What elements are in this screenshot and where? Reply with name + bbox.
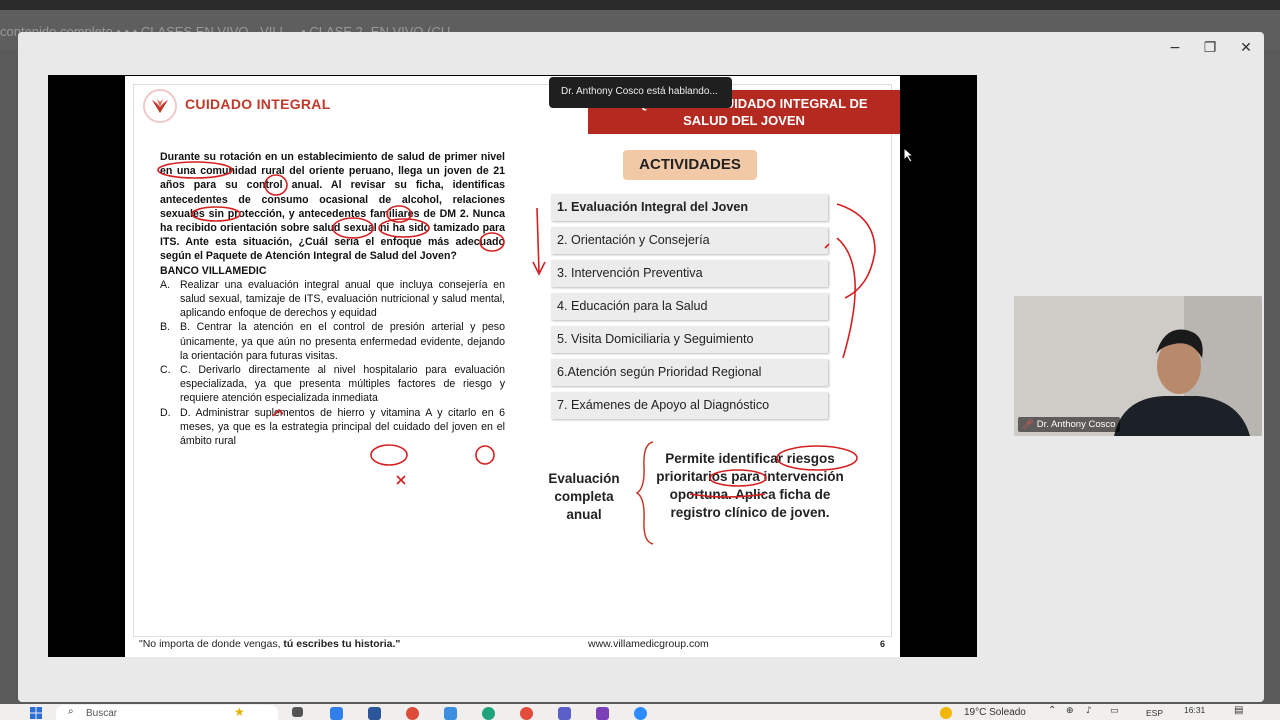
chrome-profile-icon[interactable] bbox=[520, 707, 533, 720]
search-icon: ⌕ bbox=[68, 706, 74, 717]
windows-taskbar: ⌕ Buscar ★ 19°C Soleado ⌃ ⊕ ♪ ▭ ESP 16:3… bbox=[0, 704, 1280, 720]
minimize-button[interactable]: − bbox=[1165, 40, 1185, 56]
close-button[interactable]: ✕ bbox=[1236, 40, 1256, 56]
participant-name-label: 🎤︎ Dr. Anthony Cosco bbox=[1018, 417, 1121, 432]
speaking-indicator: Dr. Anthony Cosco está hablando... bbox=[549, 77, 732, 108]
teams-icon[interactable] bbox=[558, 707, 571, 720]
files-icon[interactable] bbox=[444, 707, 457, 720]
star-icon: ★ bbox=[234, 705, 245, 719]
muted-mic-icon: 🎤︎ bbox=[1022, 419, 1035, 430]
footer-url: www.villamedicgroup.com bbox=[588, 638, 709, 650]
notifications-icon[interactable]: ▤ bbox=[1234, 705, 1243, 719]
footer-quote: "No importa de donde vengas, tú escribes… bbox=[139, 638, 400, 650]
footer-quote-bold: tú escribes tu historia." bbox=[283, 638, 401, 650]
app-icon[interactable] bbox=[596, 707, 609, 720]
language-indicator[interactable]: ESP bbox=[1146, 708, 1163, 720]
powerpoint-icon[interactable] bbox=[368, 707, 381, 720]
slide-page-number: 6 bbox=[880, 639, 886, 649]
windows-start-icon[interactable] bbox=[30, 707, 42, 719]
presentation-slide: CUIDADO INTEGRAL PAQUETE DEL CUIDADO INT… bbox=[125, 76, 900, 657]
battery-icon[interactable]: ▭ bbox=[1110, 706, 1119, 720]
top-bar bbox=[0, 0, 1280, 10]
webcam-tile[interactable]: 🎤︎ Dr. Anthony Cosco bbox=[1014, 296, 1262, 436]
pen-annotations bbox=[157, 161, 876, 498]
footer-quote-plain: "No importa de donde vengas, bbox=[139, 638, 284, 650]
restore-button[interactable]: ❐ bbox=[1200, 40, 1220, 56]
edge-icon[interactable] bbox=[482, 707, 495, 720]
chevron-up-icon[interactable]: ⌃ bbox=[1048, 705, 1056, 719]
search-placeholder: Buscar bbox=[86, 708, 118, 719]
participant-video bbox=[1014, 296, 1262, 436]
zoom-icon[interactable] bbox=[634, 707, 647, 720]
copilot-icon[interactable] bbox=[330, 707, 343, 720]
task-view-icon[interactable] bbox=[292, 707, 303, 717]
network-icon[interactable]: ⊕ bbox=[1066, 706, 1074, 720]
taskbar-search-box[interactable]: ⌕ Buscar ★ bbox=[56, 705, 278, 720]
weather-text: 19°C Soleado bbox=[964, 707, 1026, 718]
chrome-icon[interactable] bbox=[406, 707, 419, 720]
mouse-cursor-icon bbox=[903, 147, 915, 163]
clock[interactable]: 16:31 bbox=[1184, 705, 1205, 719]
participant-name: Dr. Anthony Cosco bbox=[1036, 419, 1116, 430]
weather-icon bbox=[940, 707, 952, 719]
volume-icon[interactable]: ♪ bbox=[1086, 706, 1092, 720]
